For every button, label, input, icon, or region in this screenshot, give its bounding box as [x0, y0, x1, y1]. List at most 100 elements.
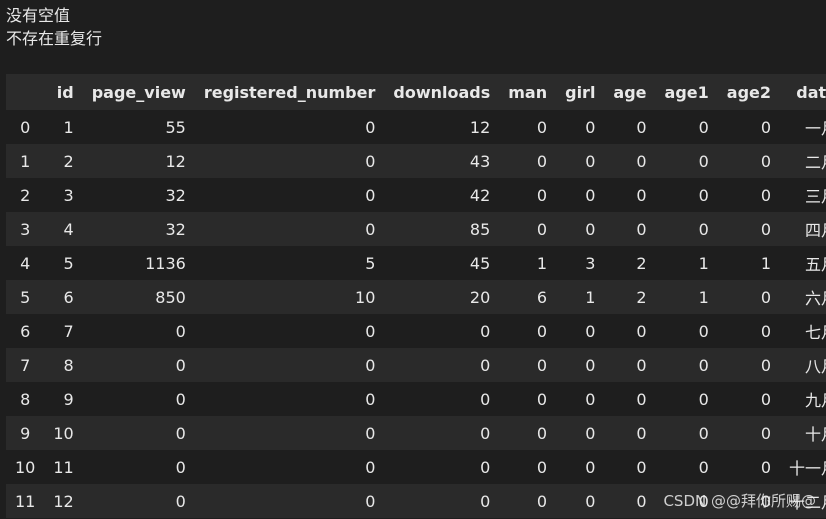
table-cell-age1: 0 [655, 110, 718, 144]
table-cell-id: 4 [44, 212, 83, 246]
table-row: 91000000000十月 [6, 416, 826, 450]
table-cell-page_view: 0 [82, 416, 195, 450]
table-cell-page_view: 1136 [82, 246, 195, 280]
table-row: 56850102061210六月 [6, 280, 826, 314]
table-cell-page_view: 12 [82, 144, 195, 178]
table-cell-downloads: 45 [384, 246, 500, 280]
table-cell-age1: 0 [655, 144, 718, 178]
table-row: 233204200000三月 [6, 178, 826, 212]
table-cell-girl: 0 [556, 450, 605, 484]
table-cell-man: 0 [499, 212, 557, 246]
table-cell-man: 6 [499, 280, 557, 314]
table-row: 8900000000九月 [6, 382, 826, 416]
table-cell-man: 0 [499, 450, 557, 484]
table-cell-age2: 0 [717, 144, 780, 178]
table-cell-age1: 0 [655, 382, 718, 416]
table-cell-age1: 0 [655, 348, 718, 382]
table-cell-downloads: 0 [384, 484, 500, 518]
table-body: 015501200000一月121204300000二月233204200000… [6, 110, 826, 518]
table-cell-date: 一月 [780, 110, 826, 144]
column-header-age2: age2 [717, 74, 780, 110]
table-cell-downloads: 12 [384, 110, 500, 144]
table-cell-id: 12 [44, 484, 83, 518]
table-cell-id: 11 [44, 450, 83, 484]
table-cell-girl: 0 [556, 144, 605, 178]
table-cell-registered_number: 0 [194, 484, 385, 518]
table-cell-page_view: 0 [82, 382, 195, 416]
table-cell-girl: 3 [556, 246, 605, 280]
table-row: 7800000000八月 [6, 348, 826, 382]
table-cell-page_view: 0 [82, 450, 195, 484]
table-cell-registered_number: 0 [194, 450, 385, 484]
table-cell-age2: 0 [717, 110, 780, 144]
table-cell-girl: 0 [556, 314, 605, 348]
column-header-id: id [44, 74, 83, 110]
table-cell-age1: 0 [655, 416, 718, 450]
table-cell-age2: 0 [717, 382, 780, 416]
table-cell-downloads: 0 [384, 314, 500, 348]
row-index-cell: 4 [6, 246, 45, 280]
table-cell-age: 0 [604, 178, 656, 212]
table-cell-age: 0 [604, 484, 656, 518]
output-line-no-duplicates: 不存在重复行 [6, 29, 103, 48]
table-header-row: id page_view registered_number downloads man… [6, 74, 826, 110]
table-cell-girl: 0 [556, 416, 605, 450]
table-cell-registered_number: 0 [194, 348, 385, 382]
table-cell-id: 10 [44, 416, 83, 450]
table-cell-registered_number: 10 [194, 280, 385, 314]
table-cell-registered_number: 0 [194, 314, 385, 348]
table-cell-age2: 0 [717, 450, 780, 484]
table-cell-age: 0 [604, 110, 656, 144]
table-cell-date: 二月 [780, 144, 826, 178]
table-cell-registered_number: 0 [194, 178, 385, 212]
table-cell-id: 3 [44, 178, 83, 212]
table-cell-registered_number: 0 [194, 110, 385, 144]
table-cell-girl: 1 [556, 280, 605, 314]
table-row: 343208500000四月 [6, 212, 826, 246]
table-cell-registered_number: 0 [194, 416, 385, 450]
table-cell-date: 七月 [780, 314, 826, 348]
table-cell-id: 2 [44, 144, 83, 178]
table-cell-girl: 0 [556, 178, 605, 212]
table-cell-date: 六月 [780, 280, 826, 314]
table-cell-date: 三月 [780, 178, 826, 212]
table-cell-date: 四月 [780, 212, 826, 246]
table-cell-age2: 0 [717, 348, 780, 382]
column-header-index [6, 74, 45, 110]
table-cell-page_view: 32 [82, 212, 195, 246]
table-cell-age1: 0 [655, 450, 718, 484]
table-cell-registered_number: 0 [194, 144, 385, 178]
table-cell-man: 0 [499, 416, 557, 450]
table-cell-page_view: 0 [82, 314, 195, 348]
row-index-cell: 7 [6, 348, 45, 382]
table-cell-id: 7 [44, 314, 83, 348]
table-cell-age: 0 [604, 212, 656, 246]
table-row: 6700000000七月 [6, 314, 826, 348]
column-header-girl: girl [556, 74, 605, 110]
table-cell-age2: 0 [717, 280, 780, 314]
table-cell-age: 0 [604, 144, 656, 178]
column-header-age: age [604, 74, 656, 110]
row-index-cell: 1 [6, 144, 45, 178]
table-cell-date: 十月 [780, 416, 826, 450]
table-cell-age2: 1 [717, 246, 780, 280]
row-index-cell: 11 [6, 484, 45, 518]
row-index-cell: 5 [6, 280, 45, 314]
table-cell-page_view: 850 [82, 280, 195, 314]
table-cell-age2: 0 [717, 314, 780, 348]
table-cell-age2: 0 [717, 416, 780, 450]
table-cell-age1: 0 [655, 212, 718, 246]
table-cell-downloads: 0 [384, 450, 500, 484]
table-cell-date: 九月 [780, 382, 826, 416]
table-cell-age: 0 [604, 348, 656, 382]
table-cell-girl: 0 [556, 484, 605, 518]
row-index-cell: 9 [6, 416, 45, 450]
table-cell-id: 1 [44, 110, 83, 144]
row-index-cell: 2 [6, 178, 45, 212]
table-cell-age1: 0 [655, 178, 718, 212]
table-cell-man: 0 [499, 110, 557, 144]
table-cell-age: 0 [604, 314, 656, 348]
table-cell-girl: 0 [556, 382, 605, 416]
table-cell-registered_number: 0 [194, 212, 385, 246]
table-cell-date: 五月 [780, 246, 826, 280]
